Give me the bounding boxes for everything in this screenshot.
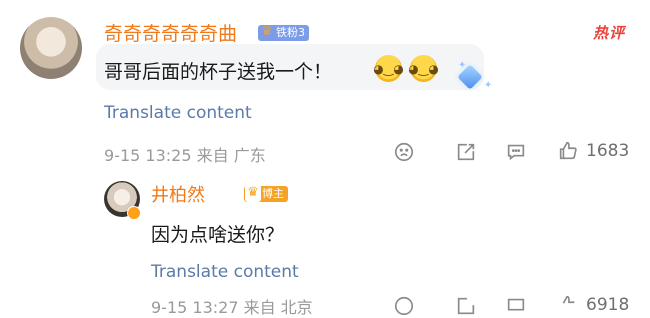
avatar[interactable]: [20, 17, 82, 79]
source-prefix: 来自: [196, 146, 229, 165]
reply-like-count: 6918: [586, 295, 630, 315]
crown-icon: ♛: [261, 24, 273, 39]
sparkle-icon: ✦: [484, 80, 493, 91]
fan-badge[interactable]: ♛ 铁粉3: [258, 24, 309, 41]
timestamp: 9-15 13:25: [104, 146, 192, 165]
verified-icon: [127, 206, 141, 220]
comment-username[interactable]: 奇奇奇奇奇奇曲: [104, 19, 237, 46]
comment-icon[interactable]: [504, 294, 528, 318]
emoji-icon: ◕‿◕: [408, 55, 439, 82]
reply-text: 因为点啥送你？: [151, 224, 285, 246]
comment-icon[interactable]: [504, 140, 528, 164]
share-icon[interactable]: [454, 140, 478, 164]
blogger-badge: ♛ 博主: [244, 184, 288, 202]
sad-face-icon[interactable]: [392, 294, 416, 318]
hot-comment-tag: 热评: [593, 24, 626, 42]
translate-link[interactable]: Translate content: [151, 262, 299, 282]
comment-text: 哥哥后面的杯子送我一个！: [104, 61, 333, 83]
crown-icon: ♛: [245, 184, 261, 202]
reply-meta: 9-15 13:27 来自 北京: [151, 298, 313, 317]
location: 广东: [233, 146, 266, 165]
emoji-icon: ◕‿◕: [373, 55, 404, 82]
like-count: 1683: [586, 141, 630, 161]
thumbs-up-icon[interactable]: [556, 293, 580, 317]
comment-meta: 9-15 13:25 来自 广东: [104, 142, 266, 166]
translate-link[interactable]: Translate content: [104, 103, 252, 123]
blogger-badge-label: 博主: [262, 187, 284, 200]
thumbs-up-icon[interactable]: [556, 139, 580, 163]
fan-badge-label: 铁粉3: [276, 26, 305, 39]
sad-face-icon[interactable]: [392, 140, 416, 164]
reply-username[interactable]: 井柏然: [151, 181, 205, 207]
share-icon[interactable]: [454, 294, 478, 318]
